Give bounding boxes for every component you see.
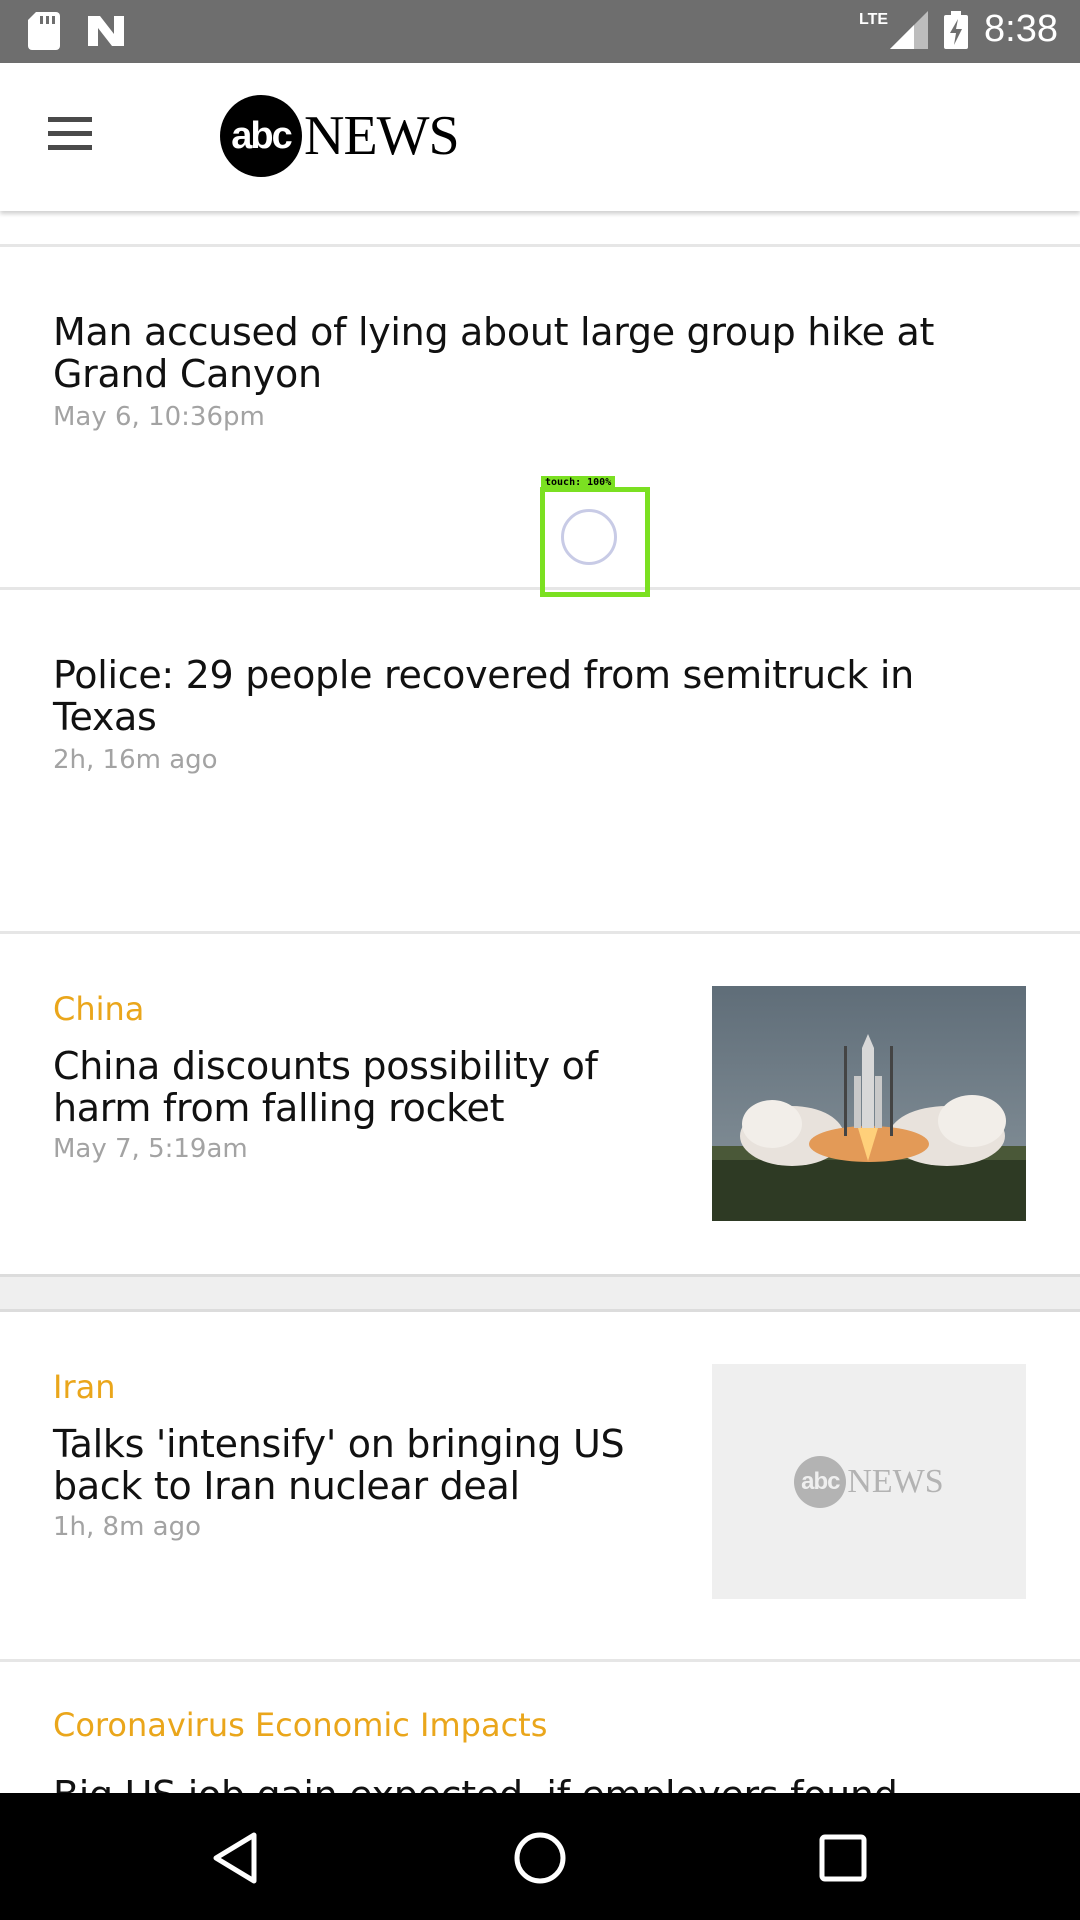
story-category[interactable]: Coronavirus Economic Impacts bbox=[53, 1706, 547, 1744]
story-card[interactable]: Iran Talks 'intensify' on bringing US ba… bbox=[0, 1312, 1080, 1652]
story-timestamp: 1h, 8m ago bbox=[53, 1512, 202, 1542]
cell-signal-icon bbox=[890, 10, 929, 49]
story-category[interactable]: China bbox=[53, 990, 144, 1028]
story-headline: Talks 'intensify' on bringing US back to… bbox=[53, 1422, 625, 1508]
recents-icon[interactable] bbox=[808, 1823, 878, 1893]
section-separator bbox=[0, 1274, 1080, 1312]
sd-card-icon bbox=[28, 12, 60, 50]
network-type-label: LTE bbox=[859, 10, 889, 28]
battery-charging-icon bbox=[944, 10, 969, 49]
placeholder-abc-news-logo: abc NEWS bbox=[794, 1455, 944, 1508]
story-thumbnail-rocket-launch[interactable] bbox=[712, 986, 1026, 1221]
story-headline: Man accused of lying about large group h… bbox=[53, 310, 935, 396]
placeholder-logo-circle: abc bbox=[794, 1455, 847, 1508]
news-app-notification-icon bbox=[88, 16, 124, 46]
news-feed[interactable]: Man accused of lying about large group h… bbox=[0, 211, 1080, 1793]
logo-abc-circle: abc bbox=[220, 95, 302, 177]
back-icon[interactable] bbox=[202, 1823, 272, 1893]
story-timestamp: May 7, 5:19am bbox=[53, 1134, 248, 1164]
home-icon[interactable] bbox=[505, 1823, 575, 1893]
touch-point-circle bbox=[561, 509, 617, 565]
status-bar: LTE 8:38 bbox=[0, 0, 1080, 63]
system-nav-bar bbox=[0, 1793, 1080, 1920]
story-timestamp: 2h, 16m ago bbox=[53, 745, 218, 775]
story-headline: Police: 29 people recovered from semitru… bbox=[53, 653, 914, 739]
clock: 8:38 bbox=[984, 8, 1058, 50]
story-thumbnail-placeholder[interactable]: abc NEWS bbox=[712, 1364, 1026, 1599]
story-card[interactable]: China China discounts possibility of har… bbox=[0, 934, 1080, 1274]
app-bar: abc NEWS bbox=[0, 63, 1080, 211]
story-headline: Big US job gain expected, if employers f… bbox=[53, 1774, 1013, 1793]
story-card[interactable]: Coronavirus Economic Impacts Big US job … bbox=[0, 1662, 1080, 1793]
story-card[interactable]: Police: 29 people recovered from semitru… bbox=[0, 590, 1080, 930]
story-headline: China discounts possibility of harm from… bbox=[53, 1044, 598, 1130]
story-timestamp: May 6, 10:36pm bbox=[53, 402, 265, 432]
abc-news-logo[interactable]: abc NEWS bbox=[220, 95, 460, 177]
hamburger-menu-icon[interactable] bbox=[40, 108, 100, 168]
placeholder-logo-news: NEWS bbox=[847, 1462, 944, 1500]
story-category[interactable]: Iran bbox=[53, 1368, 115, 1406]
logo-news-text: NEWS bbox=[304, 105, 460, 167]
